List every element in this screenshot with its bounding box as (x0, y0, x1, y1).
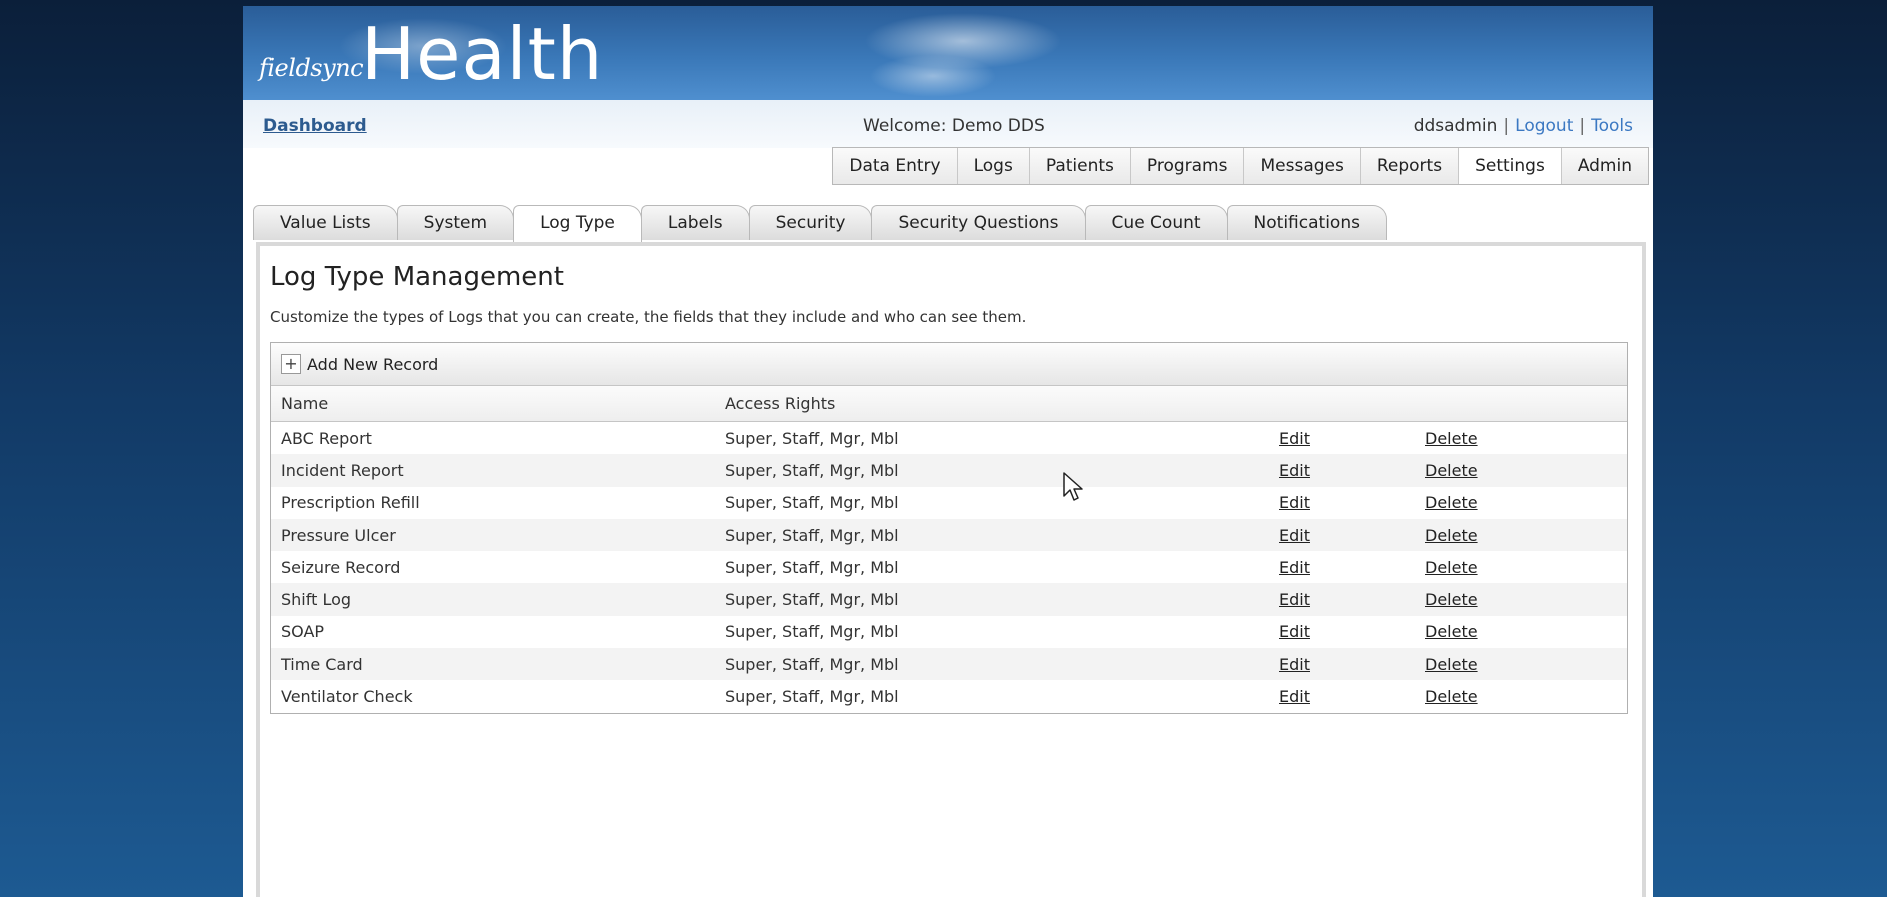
logout-link[interactable]: Logout (1515, 116, 1573, 136)
plus-icon[interactable]: + (281, 354, 301, 374)
row-name: Incident Report (281, 460, 404, 480)
edit-link[interactable]: Edit (1279, 526, 1310, 545)
nav-logs[interactable]: Logs (956, 148, 1029, 184)
edit-link[interactable]: Edit (1279, 429, 1310, 448)
grid-header: Name Access Rights (271, 386, 1627, 422)
table-row: Time Card Super, Staff, Mgr, Mbl Edit De… (271, 648, 1627, 681)
row-name: Ventilator Check (281, 687, 413, 707)
nav-settings[interactable]: Settings (1458, 148, 1561, 184)
tab-value-lists[interactable]: Value Lists (253, 205, 398, 240)
delete-link[interactable]: Delete (1425, 687, 1478, 706)
main-nav: Data Entry Logs Patients Programs Messag… (832, 147, 1649, 185)
dashboard-link[interactable]: Dashboard (263, 116, 367, 136)
delete-link[interactable]: Delete (1425, 526, 1478, 545)
delete-link[interactable]: Delete (1425, 655, 1478, 674)
table-row: Incident Report Super, Staff, Mgr, Mbl E… (271, 454, 1627, 487)
row-access-rights: Super, Staff, Mgr, Mbl (725, 557, 899, 577)
table-row: Ventilator Check Super, Staff, Mgr, Mbl … (271, 680, 1627, 712)
table-row: SOAP Super, Staff, Mgr, Mbl Edit Delete (271, 616, 1627, 648)
row-access-rights: Super, Staff, Mgr, Mbl (725, 525, 899, 545)
edit-link[interactable]: Edit (1279, 655, 1310, 674)
edit-link[interactable]: Edit (1279, 558, 1310, 577)
delete-link[interactable]: Delete (1425, 429, 1478, 448)
tab-log-type[interactable]: Log Type (513, 205, 642, 242)
column-header-name[interactable]: Name (271, 394, 725, 413)
log-type-grid: + Add New Record Name Access Rights ABC … (270, 342, 1628, 714)
grid-toolbar: + Add New Record (271, 343, 1627, 386)
nav-patients[interactable]: Patients (1028, 148, 1130, 184)
fieldsync-logo: fieldsync (259, 54, 364, 82)
tab-cue-count[interactable]: Cue Count (1084, 205, 1228, 240)
table-row: ABC Report Super, Staff, Mgr, Mbl Edit D… (271, 422, 1627, 454)
mouse-cursor-icon (1063, 472, 1083, 501)
row-access-rights: Super, Staff, Mgr, Mbl (725, 590, 899, 610)
tab-security[interactable]: Security (748, 205, 873, 240)
row-access-rights: Super, Staff, Mgr, Mbl (725, 428, 899, 448)
row-access-rights: Super, Staff, Mgr, Mbl (725, 622, 899, 642)
row-access-rights: Super, Staff, Mgr, Mbl (725, 460, 899, 480)
table-row: Prescription Refill Super, Staff, Mgr, M… (271, 487, 1627, 519)
row-name: Seizure Record (281, 557, 401, 577)
header-banner: fieldsync Health (243, 6, 1653, 100)
row-name: SOAP (281, 622, 325, 642)
row-name: Time Card (281, 654, 363, 674)
page-title: Log Type Management (270, 262, 564, 292)
table-row: Shift Log Super, Staff, Mgr, Mbl Edit De… (271, 583, 1627, 616)
nav-reports[interactable]: Reports (1359, 148, 1459, 184)
nav-admin[interactable]: Admin (1560, 148, 1648, 184)
health-logo: Health (361, 12, 604, 96)
sub-header: Dashboard Welcome: Demo DDS ddsadmin | Log… (243, 100, 1653, 148)
column-header-access-rights[interactable]: Access Rights (725, 394, 1279, 413)
username: ddsadmin (1413, 116, 1498, 136)
tab-labels[interactable]: Labels (640, 205, 750, 240)
row-name: ABC Report (281, 428, 372, 448)
edit-link[interactable]: Edit (1279, 493, 1310, 512)
edit-link[interactable]: Edit (1279, 687, 1310, 706)
tab-system[interactable]: System (396, 205, 515, 240)
nav-messages[interactable]: Messages (1243, 148, 1360, 184)
delete-link[interactable]: Delete (1425, 461, 1478, 480)
delete-link[interactable]: Delete (1425, 590, 1478, 609)
row-name: Prescription Refill (281, 493, 420, 513)
delete-link[interactable]: Delete (1425, 622, 1478, 641)
row-name: Pressure Ulcer (281, 525, 396, 545)
edit-link[interactable]: Edit (1279, 590, 1310, 609)
app-window: fieldsync Health Dashboard Welcome: Demo… (243, 6, 1653, 897)
nav-data-entry[interactable]: Data Entry (833, 148, 957, 184)
row-access-rights: Super, Staff, Mgr, Mbl (725, 687, 899, 707)
row-name: Shift Log (281, 590, 352, 610)
delete-link[interactable]: Delete (1425, 493, 1478, 512)
row-access-rights: Super, Staff, Mgr, Mbl (725, 493, 899, 513)
nav-programs[interactable]: Programs (1129, 148, 1244, 184)
table-row: Seizure Record Super, Staff, Mgr, Mbl Ed… (271, 551, 1627, 583)
user-area: ddsadmin | Logout | Tools (1413, 116, 1633, 136)
page-description: Customize the types of Logs that you can… (270, 308, 1027, 326)
content-panel: Log Type Management Customize the types … (256, 242, 1646, 897)
grid-body: ABC Report Super, Staff, Mgr, Mbl Edit D… (271, 422, 1627, 713)
edit-link[interactable]: Edit (1279, 622, 1310, 641)
row-access-rights: Super, Staff, Mgr, Mbl (725, 654, 899, 674)
welcome-text: Welcome: Demo DDS (863, 116, 1045, 136)
add-new-record-button[interactable]: Add New Record (307, 355, 438, 374)
settings-tabs: Value Lists System Log Type Labels Secur… (253, 205, 1387, 242)
edit-link[interactable]: Edit (1279, 461, 1310, 480)
table-row: Pressure Ulcer Super, Staff, Mgr, Mbl Ed… (271, 518, 1627, 552)
delete-link[interactable]: Delete (1425, 558, 1478, 577)
tab-notifications[interactable]: Notifications (1226, 205, 1387, 240)
tools-link[interactable]: Tools (1591, 116, 1633, 136)
tab-security-questions[interactable]: Security Questions (871, 205, 1086, 240)
